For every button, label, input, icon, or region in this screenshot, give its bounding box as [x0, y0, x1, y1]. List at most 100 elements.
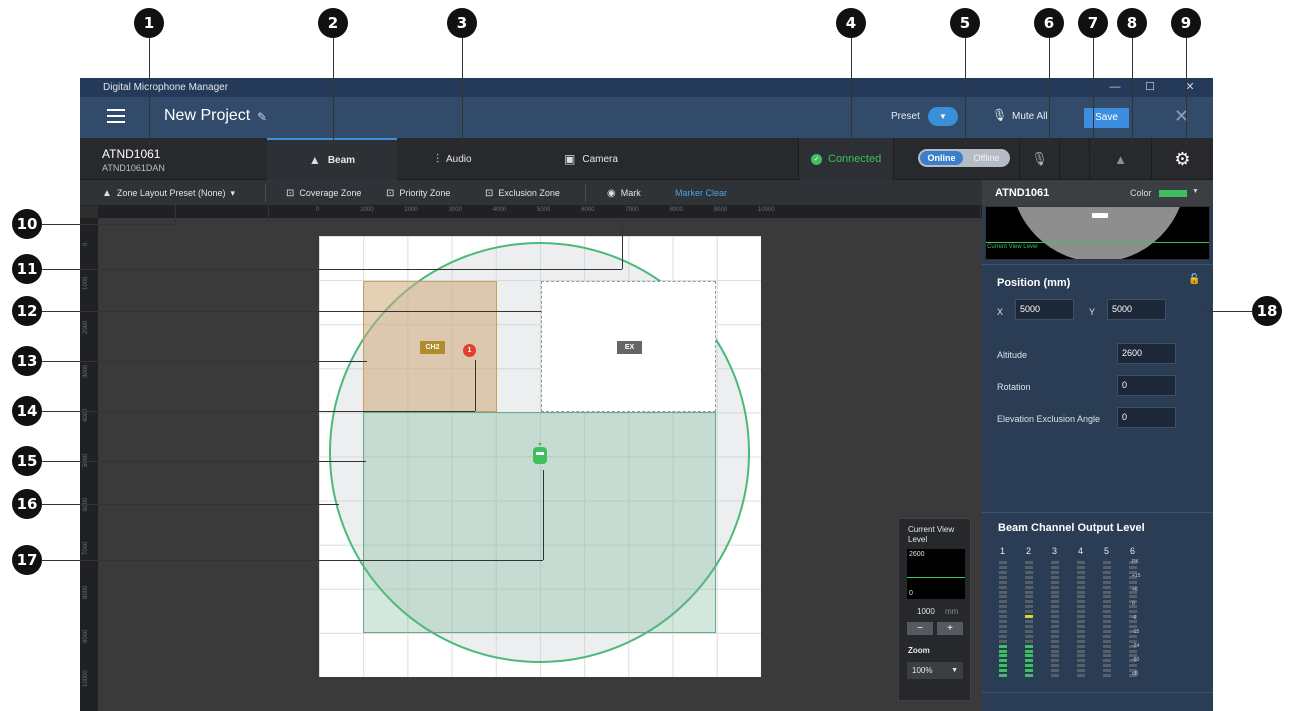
- exclusion-zone-label: Exclusion Zone: [498, 188, 560, 198]
- meter-segment: [1077, 654, 1085, 658]
- meter-segment: [999, 664, 1007, 668]
- meter-segment: [1077, 659, 1085, 663]
- meter-segment: [1025, 615, 1033, 619]
- ruler-tick-label: 1000: [360, 207, 374, 213]
- check-circle-icon: ✓: [811, 153, 822, 165]
- leader-line-12: [42, 311, 541, 312]
- tab-camera[interactable]: ▣ Camera: [564, 138, 644, 180]
- ruler-tick-label: 5000: [83, 453, 89, 467]
- callout-7: 7: [1078, 8, 1108, 38]
- increase-level-button[interactable]: +: [937, 622, 963, 635]
- zone-layout-preset-dropdown[interactable]: ▲ Zone Layout Preset (None) ▾: [102, 180, 235, 206]
- position-header: Position (mm): [997, 277, 1071, 289]
- ruler-vertical: 0100020003000400050006000700080009000100…: [80, 218, 98, 711]
- title-bar: Digital Microphone Manager — ☐ ✕: [80, 78, 1213, 97]
- mic-mute-icon[interactable]: 🎙: [1019, 138, 1059, 180]
- exclusion-zone-button[interactable]: ⊡ Exclusion Zone: [485, 180, 560, 206]
- priority-zone-button[interactable]: ⊡ Priority Zone: [386, 180, 450, 206]
- meter-scale-label: +6: [1132, 587, 1138, 593]
- view-level-graph[interactable]: 2600 0: [907, 549, 965, 599]
- project-title: New Project: [164, 107, 251, 124]
- chevron-down-icon[interactable]: ▼: [1192, 188, 1199, 195]
- meter-segment: [1025, 590, 1033, 594]
- meter-segment: [1129, 610, 1137, 614]
- rotation-input[interactable]: 0: [1117, 375, 1176, 396]
- meter-segment: [1103, 644, 1111, 648]
- decrease-level-button[interactable]: −: [907, 622, 933, 635]
- menu-bar: New Project ✎ Preset ▼ 🎙 Mute All Save ✕: [80, 97, 1213, 138]
- meter-segment: [1025, 624, 1033, 628]
- meter-segment: [1051, 575, 1059, 579]
- leader-line-10b: [175, 205, 176, 224]
- tab-camera-label: Camera: [582, 153, 618, 165]
- ruler-tick-label: 4000: [492, 207, 507, 213]
- online-option[interactable]: Online: [920, 151, 963, 165]
- callout-9: 9: [1171, 8, 1201, 38]
- x-input[interactable]: 5000: [1015, 299, 1074, 320]
- tab-audio[interactable]: ⫶ Audio: [436, 138, 516, 180]
- chevron-down-icon: ▾: [230, 187, 235, 198]
- meter-segment: [999, 600, 1007, 604]
- meter-segment: [999, 674, 1007, 678]
- color-swatch[interactable]: [1159, 190, 1187, 197]
- preset-dropdown-button[interactable]: ▼: [928, 107, 958, 126]
- unlock-icon[interactable]: 🔓: [1188, 274, 1200, 285]
- meter-segment: [1025, 580, 1033, 584]
- elevation-input[interactable]: 0: [1117, 407, 1176, 428]
- meter-segment: [1051, 595, 1059, 599]
- zoom-select[interactable]: 100% ▼: [907, 662, 963, 679]
- marker-icon: ◉: [607, 187, 616, 199]
- meter-segment: [1025, 605, 1033, 609]
- altitude-input[interactable]: 2600: [1117, 343, 1176, 364]
- meter-segment: [1103, 634, 1111, 638]
- ruler-horizontal: 0 1000 2000 3000 4000 5000 6000 7000 8000 9000 100…: [98, 206, 982, 218]
- meter-segment: [1077, 570, 1085, 574]
- meter-segment: [1051, 629, 1059, 633]
- mark-label: Mark: [620, 188, 641, 198]
- zone-toolbar: ▲ Zone Layout Preset (None) ▾ ⊡ Coverage…: [80, 180, 982, 206]
- minimize-button[interactable]: —: [1100, 78, 1130, 97]
- view-level-indicator[interactable]: [907, 577, 965, 578]
- meter-segment: [1103, 624, 1111, 628]
- hamburger-menu-icon[interactable]: [107, 109, 125, 123]
- meter-segment: [1077, 610, 1085, 614]
- chevron-down-icon: ▼: [951, 667, 958, 674]
- microphone-device-icon[interactable]: [532, 443, 548, 465]
- view-level-panel: Current View Level 2600 0 1000 mm − + Zo…: [898, 518, 971, 701]
- meter-segment: [1025, 585, 1033, 589]
- meter-segment: [1077, 634, 1085, 638]
- tab-beam[interactable]: ▲ Beam: [267, 138, 397, 180]
- view-level-max: 2600: [909, 551, 925, 558]
- meter-segment: [999, 615, 1007, 619]
- meter-segment: [1051, 644, 1059, 648]
- leader-line-9: [1186, 38, 1187, 146]
- leader-line-2: [333, 38, 334, 146]
- mute-all-button[interactable]: Mute All: [1012, 111, 1048, 122]
- edit-pencil-icon[interactable]: ✎: [257, 110, 267, 124]
- leader-line-16: [42, 504, 339, 505]
- y-input[interactable]: 5000: [1107, 299, 1166, 320]
- mark-button[interactable]: ◉ Mark: [607, 180, 641, 206]
- coverage-zone-button[interactable]: ⊡ Coverage Zone: [286, 180, 361, 206]
- meter-scale-label: -24: [1132, 643, 1140, 649]
- maximize-button[interactable]: ☐: [1135, 78, 1165, 97]
- meter-scale-label: +15: [1132, 573, 1141, 579]
- warning-icon[interactable]: ▲: [1089, 138, 1151, 180]
- meter-segment: [1103, 659, 1111, 663]
- save-button[interactable]: Save: [1084, 108, 1129, 128]
- meter-segment: [1129, 624, 1137, 628]
- gear-icon[interactable]: ⚙: [1151, 138, 1213, 180]
- marker-clear-button[interactable]: Marker Clear: [675, 180, 727, 206]
- device-model: ATND1061DAN: [102, 163, 165, 173]
- floor-plan-canvas[interactable]: CH2 EX 1 Current View Level 2600 0 1000 …: [98, 218, 982, 711]
- meter-segment: [1103, 575, 1111, 579]
- window-title: Digital Microphone Manager: [103, 82, 229, 93]
- leader-line-15: [42, 461, 366, 462]
- meter-segment: [999, 610, 1007, 614]
- marker-pin[interactable]: 1: [463, 344, 476, 357]
- online-offline-toggle[interactable]: Online Offline: [918, 149, 1010, 167]
- offline-option[interactable]: Offline: [965, 151, 1008, 165]
- close-window-button[interactable]: ✕: [1175, 78, 1205, 97]
- meter-segment: [1025, 674, 1033, 678]
- meter-segment: [1077, 669, 1085, 673]
